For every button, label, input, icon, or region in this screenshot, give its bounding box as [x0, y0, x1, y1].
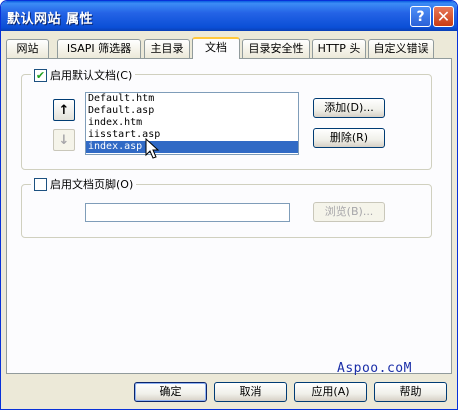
- default-docs-checkbox[interactable]: ✔: [34, 68, 47, 82]
- move-down-button[interactable]: ↓: [53, 129, 75, 151]
- footer-doc-label: 启用文档页脚(O): [50, 178, 134, 191]
- list-item[interactable]: Default.asp: [86, 105, 298, 117]
- arrow-down-icon: ↓: [58, 132, 70, 148]
- add-document-button[interactable]: 添加(D)...: [313, 98, 385, 118]
- tab-isapi-filters[interactable]: ISAPI 筛选器: [57, 39, 141, 58]
- mouse-pointer-icon: [145, 138, 160, 159]
- ok-button[interactable]: 确定: [134, 382, 207, 402]
- footer-path-input[interactable]: [85, 203, 290, 222]
- watermark-text: Aspoo.coM: [337, 361, 412, 376]
- tab-website[interactable]: 网站: [6, 39, 49, 58]
- footer-doc-toggle[interactable]: 启用文档页脚(O): [31, 177, 137, 191]
- close-icon[interactable]: ✕: [433, 6, 454, 27]
- default-docs-label: 启用默认文档(C): [50, 69, 133, 82]
- move-up-button[interactable]: ↑: [53, 99, 75, 121]
- tab-strip: 网站 ISAPI 筛选器 主目录 文档 目录安全性 HTTP 头 自定义错误: [6, 37, 452, 59]
- list-item[interactable]: Default.htm: [86, 93, 298, 105]
- cancel-button[interactable]: 取消: [214, 382, 287, 402]
- apply-button[interactable]: 应用(A): [294, 382, 367, 402]
- properties-dialog: 默认网站 属性 ? ✕ 网站 ISAPI 筛选器 主目录 文档 目录安全性 HT…: [0, 0, 458, 410]
- list-item[interactable]: index.htm: [86, 117, 298, 129]
- list-item[interactable]: iisstart.asp: [86, 129, 298, 141]
- tab-custom-errors[interactable]: 自定义错误: [368, 39, 434, 58]
- tab-home-directory[interactable]: 主目录: [144, 39, 190, 58]
- list-item-selected[interactable]: index.asp: [86, 141, 298, 153]
- footer-doc-checkbox[interactable]: [34, 177, 47, 191]
- arrow-up-icon: ↑: [58, 102, 70, 118]
- default-docs-toggle[interactable]: ✔ 启用默认文档(C): [31, 68, 136, 82]
- title-bar[interactable]: 默认网站 属性 ? ✕: [1, 1, 457, 31]
- tab-documents[interactable]: 文档: [192, 37, 240, 59]
- remove-document-button[interactable]: 删除(R): [313, 128, 385, 148]
- help-icon[interactable]: ?: [410, 6, 431, 27]
- window-title: 默认网站 属性: [7, 12, 94, 27]
- browse-button[interactable]: 浏览(B)...: [313, 202, 385, 222]
- tab-http-headers[interactable]: HTTP 头: [312, 39, 366, 58]
- default-docs-list[interactable]: Default.htm Default.asp index.htm iissta…: [85, 92, 299, 155]
- tab-directory-security[interactable]: 目录安全性: [242, 39, 310, 58]
- help-button[interactable]: 帮助: [374, 382, 447, 402]
